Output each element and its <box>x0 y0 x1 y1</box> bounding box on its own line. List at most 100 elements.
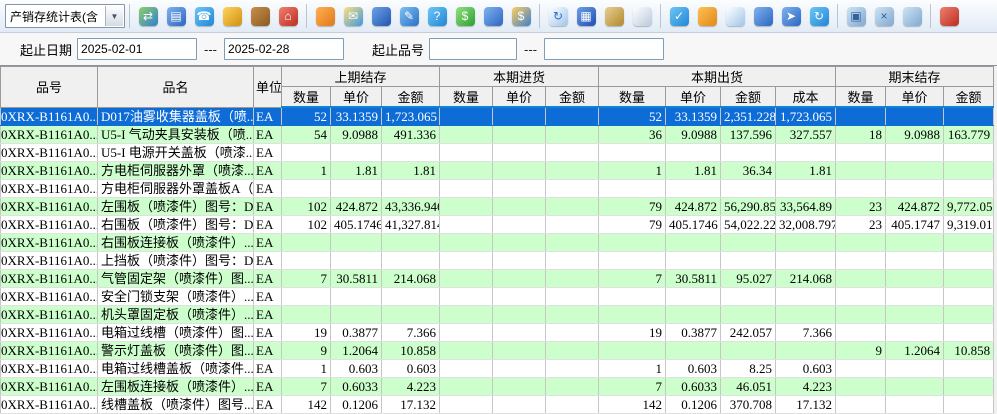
part-number-to-input[interactable] <box>544 38 664 60</box>
value-cell <box>599 144 666 162</box>
cascade-windows-icon[interactable] <box>899 3 925 29</box>
table-row[interactable]: 0XRX-B1161A0...电箱过线槽盖板（喷漆件...EA10.6030.6… <box>1 360 994 378</box>
part-number-cell: 0XRX-B1161A0... <box>1 288 98 306</box>
monitor-pointer-icon[interactable]: ➤ <box>778 3 804 29</box>
toolbar-separator <box>930 4 931 28</box>
column-header[interactable]: 单价 <box>493 87 546 108</box>
column-header[interactable]: 金额 <box>721 87 776 108</box>
box-icon[interactable] <box>601 3 627 29</box>
pen-tool-icon[interactable]: ✎ <box>396 3 422 29</box>
report-refresh-icon[interactable]: ↻ <box>545 3 571 29</box>
column-header[interactable]: 金额 <box>382 87 440 108</box>
column-header[interactable]: 数量 <box>440 87 493 108</box>
table-row[interactable]: 0XRX-B1161A0...电箱过线槽（喷漆件）图...EA190.38777… <box>1 324 994 342</box>
value-cell: 214.068 <box>382 270 440 288</box>
exit-icon[interactable] <box>936 3 962 29</box>
column-header[interactable]: 数量 <box>836 87 886 108</box>
computer-icon[interactable]: ▤ <box>163 3 189 29</box>
users-icon[interactable] <box>312 3 338 29</box>
phone-icon[interactable]: ☎ <box>191 3 217 29</box>
value-cell: 30.5811 <box>331 270 382 288</box>
value-cell <box>944 378 994 396</box>
table-row[interactable]: 0XRX-B1161A0...机头罩固定板（喷漆件）...EA <box>1 306 994 324</box>
table-row[interactable]: 0XRX-B1161A0...上挡板（喷漆件）图号：D...EA <box>1 252 994 270</box>
copy-icon[interactable] <box>629 3 655 29</box>
column-header[interactable]: 数量 <box>282 87 331 108</box>
value-cell: 7.366 <box>382 324 440 342</box>
part-name-cell: 上挡板（喷漆件）图号：D... <box>98 252 254 270</box>
value-cell <box>331 180 382 198</box>
unit-cell: EA <box>254 107 282 126</box>
column-header-name[interactable]: 品名 <box>98 67 254 108</box>
table-row[interactable]: 0XRX-B1161A0...方电柜伺服器外罩盖板A（...EA <box>1 180 994 198</box>
part-name-cell: 方电柜伺服器外罩盖板A（... <box>98 180 254 198</box>
restore-window-icon[interactable]: ▣ <box>843 3 869 29</box>
table-row[interactable]: 0XRX-B1161A0...警示灯盖板（喷漆件）图...EA91.206410… <box>1 342 994 360</box>
close-window-icon[interactable]: × <box>871 3 897 29</box>
group-header-opening-balance[interactable]: 上期结存 <box>282 67 440 87</box>
table-row[interactable]: 0XRX-B1161A0...右围板连接板（喷漆件）...EA <box>1 234 994 252</box>
table-row[interactable]: 0XRX-B1161A0...左围板连接板（喷漆件）...EA70.60334.… <box>1 378 994 396</box>
value-cell <box>493 378 546 396</box>
group-header-period-purchases[interactable]: 本期进货 <box>440 67 599 87</box>
sitemap-icon[interactable] <box>750 3 776 29</box>
column-header[interactable]: 金额 <box>944 87 994 108</box>
value-cell <box>886 324 944 342</box>
table-row[interactable]: 0XRX-B1161A0...D017油雾收集器盖板（喷...EA5233.13… <box>1 107 994 126</box>
value-cell <box>836 234 886 252</box>
report-type-selector[interactable]: 产销存统计表(含 ▼ <box>5 4 125 28</box>
table-row[interactable]: 0XRX-B1161A0...方电柜伺服器外罩（喷漆...EA11.811.81… <box>1 162 994 180</box>
refresh-icon[interactable]: ↻ <box>806 3 832 29</box>
mail-icon[interactable]: ✉ <box>340 3 366 29</box>
date-from-input[interactable] <box>77 38 197 60</box>
value-cell <box>944 180 994 198</box>
value-cell <box>944 324 994 342</box>
group-header-ending-balance[interactable]: 期末结存 <box>836 67 994 87</box>
table-row[interactable]: 0XRX-B1161A0...安全门锁支架（喷漆件）...EA <box>1 288 994 306</box>
value-cell <box>546 324 599 342</box>
lock-icon[interactable] <box>219 3 245 29</box>
table-row[interactable]: 0XRX-B1161A0...右围板（喷漆件）图号：D...EA102405.1… <box>1 216 994 234</box>
group-header-period-shipments[interactable]: 本期出货 <box>599 67 836 87</box>
column-header-pn[interactable]: 品号 <box>1 67 98 108</box>
part-number-cell: 0XRX-B1161A0... <box>1 270 98 288</box>
part-number-cell: 0XRX-B1161A0... <box>1 360 98 378</box>
value-cell <box>546 342 599 360</box>
transfer-data-icon[interactable]: ⇄ <box>135 3 161 29</box>
help-icon[interactable]: ? <box>424 3 450 29</box>
part-number-from-input[interactable] <box>429 38 517 60</box>
value-cell <box>944 360 994 378</box>
briefcase-icon[interactable] <box>247 3 273 29</box>
table-row[interactable]: 0XRX-B1161A0...左围板（喷漆件）图号：D...EA102424.8… <box>1 198 994 216</box>
value-cell <box>886 180 944 198</box>
column-header-unit[interactable]: 单位 <box>254 67 282 108</box>
unit-cell: EA <box>254 180 282 198</box>
home-icon[interactable]: ⌂ <box>275 3 301 29</box>
chevron-down-icon[interactable]: ▼ <box>105 6 123 26</box>
value-cell <box>382 234 440 252</box>
table-row[interactable]: 0XRX-B1161A0...U5-I 气动夹具安装板（喷...EA549.09… <box>1 126 994 144</box>
value-cell: 424.872 <box>666 198 721 216</box>
cart-icon[interactable] <box>480 3 506 29</box>
table-row[interactable]: 0XRX-B1161A0...气管固定架（喷漆件）图...EA730.58112… <box>1 270 994 288</box>
bell-icon[interactable] <box>694 3 720 29</box>
date-to-input[interactable] <box>224 38 344 60</box>
column-header[interactable]: 金额 <box>546 87 599 108</box>
part-number-cell: 0XRX-B1161A0... <box>1 144 98 162</box>
dollar-icon[interactable]: $ <box>452 3 478 29</box>
column-header[interactable]: 单价 <box>666 87 721 108</box>
column-header[interactable]: 单价 <box>331 87 382 108</box>
value-cell: 405.1746 <box>331 216 382 234</box>
value-cell: 1 <box>282 162 331 180</box>
column-header[interactable]: 数量 <box>599 87 666 108</box>
column-header[interactable]: 成本 <box>776 87 836 108</box>
value-cell <box>546 360 599 378</box>
column-header[interactable]: 单价 <box>886 87 944 108</box>
unit-cell: EA <box>254 252 282 270</box>
calculator-icon[interactable]: ▦ <box>573 3 599 29</box>
table-row[interactable]: 0XRX-B1161A0...U5-I 电源开关盖板（喷漆...EA <box>1 144 994 162</box>
approve-icon[interactable]: ✓ <box>666 3 692 29</box>
notebook-icon[interactable] <box>368 3 394 29</box>
search-doc-icon[interactable] <box>722 3 748 29</box>
finance-user-icon[interactable]: $ <box>508 3 534 29</box>
